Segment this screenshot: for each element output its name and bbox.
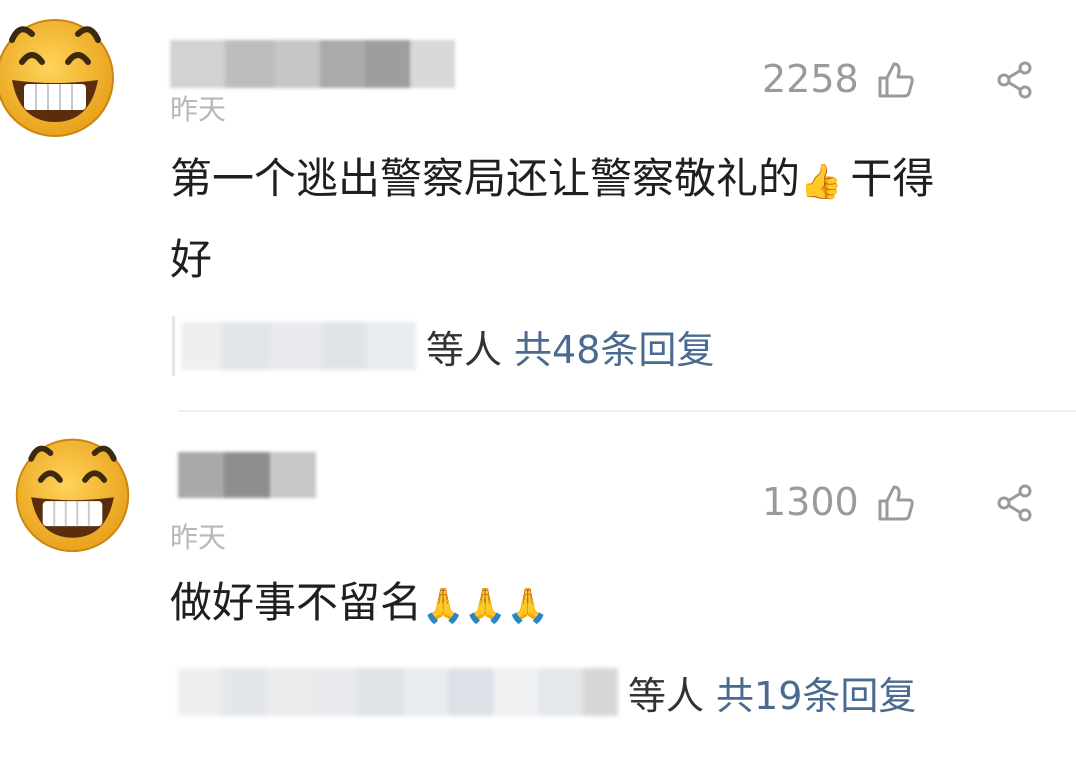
reply-count-link[interactable]: 共19条回复 [716, 665, 916, 720]
comment-text: 做好事不留名🙏🙏🙏 [170, 564, 1050, 645]
comment-text-main: 做好事不留名 [170, 578, 423, 627]
comment-1: 昨天 2258 第一个逃出警察局还让警察敬礼的👍 干得 好 等人 共48条回复 [0, 0, 1076, 412]
like-count: 1300 [762, 480, 859, 524]
like-count: 2258 [762, 57, 859, 101]
reply-users-redacted [181, 322, 416, 370]
comment-text-part1: 第一个逃出警察局还让警察敬礼的 [170, 154, 801, 203]
comment-2: 昨天 1300 做好事不留名🙏🙏🙏 等人 共19条回复 [0, 412, 1076, 779]
reply-users-redacted [178, 668, 618, 716]
share-icon[interactable] [995, 483, 1035, 523]
share-icon[interactable] [995, 60, 1035, 100]
laughing-emoji-avatar[interactable] [10, 430, 135, 555]
praying-hands-emoji: 🙏🙏🙏 [422, 585, 550, 626]
comment-time: 昨天 [170, 521, 227, 554]
reply-summary[interactable]: 等人 共19条回复 [178, 662, 916, 722]
comment-text-part2: 干得 [850, 154, 935, 203]
username-redacted[interactable] [170, 40, 455, 88]
reply-bar [172, 316, 175, 376]
comment-text: 第一个逃出警察局还让警察敬礼的👍 干得 好 [170, 140, 1050, 299]
username-redacted[interactable] [178, 452, 316, 498]
thumbs-up-icon[interactable] [876, 60, 916, 100]
thumbs-up-icon[interactable] [876, 483, 916, 523]
reply-summary[interactable]: 等人 共48条回复 [172, 316, 714, 376]
reply-who: 等人 [628, 673, 705, 718]
reply-who: 等人 [426, 327, 503, 372]
comment-time: 昨天 [170, 93, 227, 126]
thumbs-up-emoji: 👍 [800, 161, 843, 202]
laughing-emoji-avatar[interactable] [0, 10, 120, 140]
comment-text-part3: 好 [170, 234, 213, 284]
reply-count-link[interactable]: 共48条回复 [514, 319, 714, 374]
